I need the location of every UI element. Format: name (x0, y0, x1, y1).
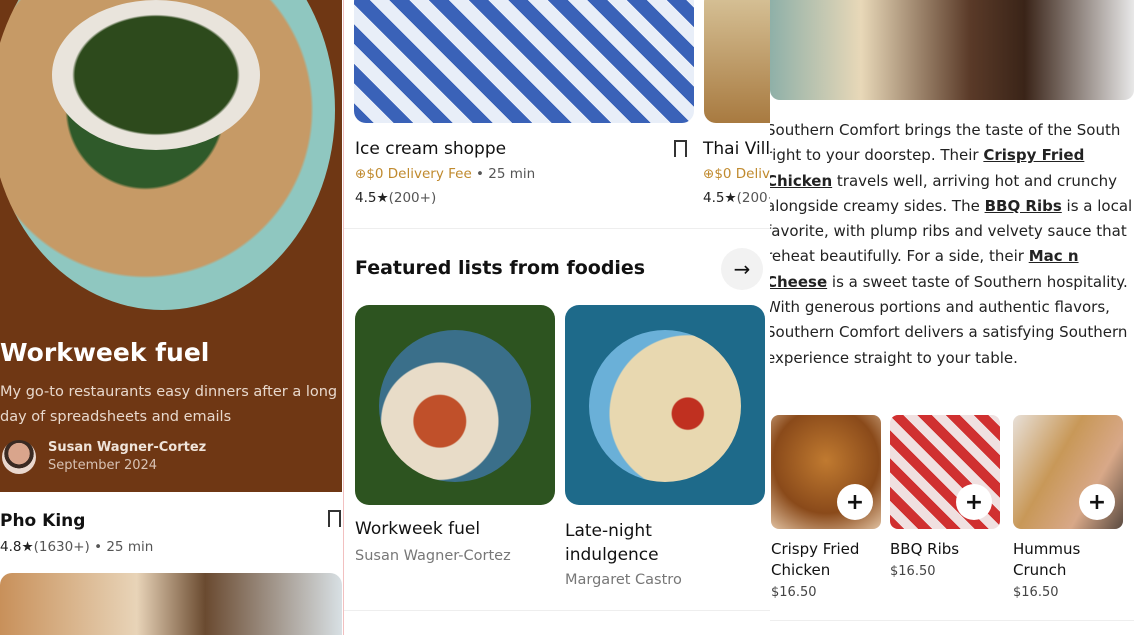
restaurant-name[interactable]: Pho King (0, 511, 85, 531)
arrow-right-icon[interactable]: → (721, 248, 763, 290)
divider (770, 620, 1134, 621)
thai-villa-image[interactable] (704, 0, 770, 123)
delivery-time: • 25 min (471, 166, 536, 182)
section-title: Featured lists from foodies (355, 257, 646, 279)
star-icon: ★ (376, 190, 389, 206)
hero-banner: Workweek fuel My go-to restaurants easy … (0, 0, 342, 492)
bookmark-icon[interactable] (674, 140, 687, 159)
item-image: + (890, 415, 1000, 529)
fee-text: $0 Delivery Fee (366, 166, 472, 182)
star-icon: ★ (724, 190, 737, 206)
list-date: September 2024 (48, 458, 158, 473)
list-detail-panel: Workweek fuel My go-to restaurants easy … (0, 0, 342, 635)
restaurant-meta: 4.8★(1630+) • 25 min (0, 539, 153, 555)
author-name[interactable]: Susan Wagner-Cortez (48, 440, 206, 455)
rating: 4.8 (0, 539, 22, 555)
link-bbq-ribs[interactable]: BBQ Ribs (985, 197, 1062, 215)
list-author: Margaret Castro (565, 572, 682, 588)
item-price: $16.50 (771, 585, 817, 600)
item-name: BBQ Ribs (890, 540, 960, 558)
restaurant-hero-image (770, 0, 1134, 100)
add-icon[interactable]: + (837, 484, 873, 520)
item-price: $16.50 (890, 564, 936, 579)
menu-item[interactable]: + Hummus Crunch $16.50 (1013, 415, 1123, 600)
restaurant-meta: ⊕$0 Delivery Fee • 25 min (355, 166, 535, 182)
restaurant-image[interactable] (0, 573, 342, 635)
list-card-late-night[interactable] (565, 305, 765, 505)
list-author: Susan Wagner-Cortez (355, 548, 511, 564)
divider (344, 610, 770, 611)
list-title[interactable]: Late-night indulgence (565, 519, 695, 567)
rating-row: 4.5★(200+) (355, 190, 436, 206)
list-description: My go-to restaurants easy dinners after … (0, 384, 338, 425)
add-icon[interactable]: + (956, 484, 992, 520)
review-count: (200+) (736, 190, 770, 206)
item-image: + (1013, 415, 1123, 529)
restaurant-name[interactable]: Ice cream shoppe (355, 139, 506, 159)
menu-item[interactable]: + BBQ Ribs $16.50 (890, 415, 1000, 579)
star-icon: ★ (21, 539, 34, 555)
add-icon[interactable]: + (1079, 484, 1115, 520)
review-count: (1630+) (33, 539, 90, 555)
menu-item[interactable]: + Crispy Fried Chicken $16.50 (771, 415, 881, 600)
item-name: Crispy Fried Chicken (771, 540, 860, 579)
list-title: Workweek fuel (0, 338, 210, 367)
restaurant-detail-panel: Southern Comfort brings the taste of the… (770, 0, 1134, 635)
item-image: + (771, 415, 881, 529)
hero-image (0, 0, 335, 310)
restaurant-meta: ⊕$0 Delivery Fee (703, 166, 770, 182)
home-feed-panel: Ice cream shoppe ⊕$0 Delivery Fee • 25 m… (343, 0, 770, 635)
list-title[interactable]: Workweek fuel (355, 519, 480, 539)
review-count: (200+) (388, 190, 437, 206)
divider (344, 228, 770, 229)
avatar[interactable] (2, 440, 36, 474)
list-card-workweek-fuel[interactable] (355, 305, 555, 505)
restaurant-name[interactable]: Thai Villa (703, 139, 770, 159)
item-price: $16.50 (1013, 585, 1059, 600)
salad-bowl-image (52, 0, 260, 150)
delivery-time: • 25 min (94, 539, 154, 555)
item-name: Hummus Crunch (1013, 540, 1081, 579)
list-card-image (589, 330, 741, 482)
bookmark-icon[interactable] (328, 510, 341, 529)
list-card-image (379, 330, 531, 482)
fee-text: $0 Delivery Fee (714, 166, 770, 182)
ice-cream-image[interactable] (354, 0, 694, 123)
rating-row: 4.5★(200+) (703, 190, 770, 206)
delivery-fee: ⊕$0 Delivery Fee (355, 166, 472, 182)
restaurant-description: Southern Comfort brings the taste of the… (770, 118, 1134, 371)
rating: 4.5 (703, 190, 725, 206)
rating: 4.5 (355, 190, 377, 206)
